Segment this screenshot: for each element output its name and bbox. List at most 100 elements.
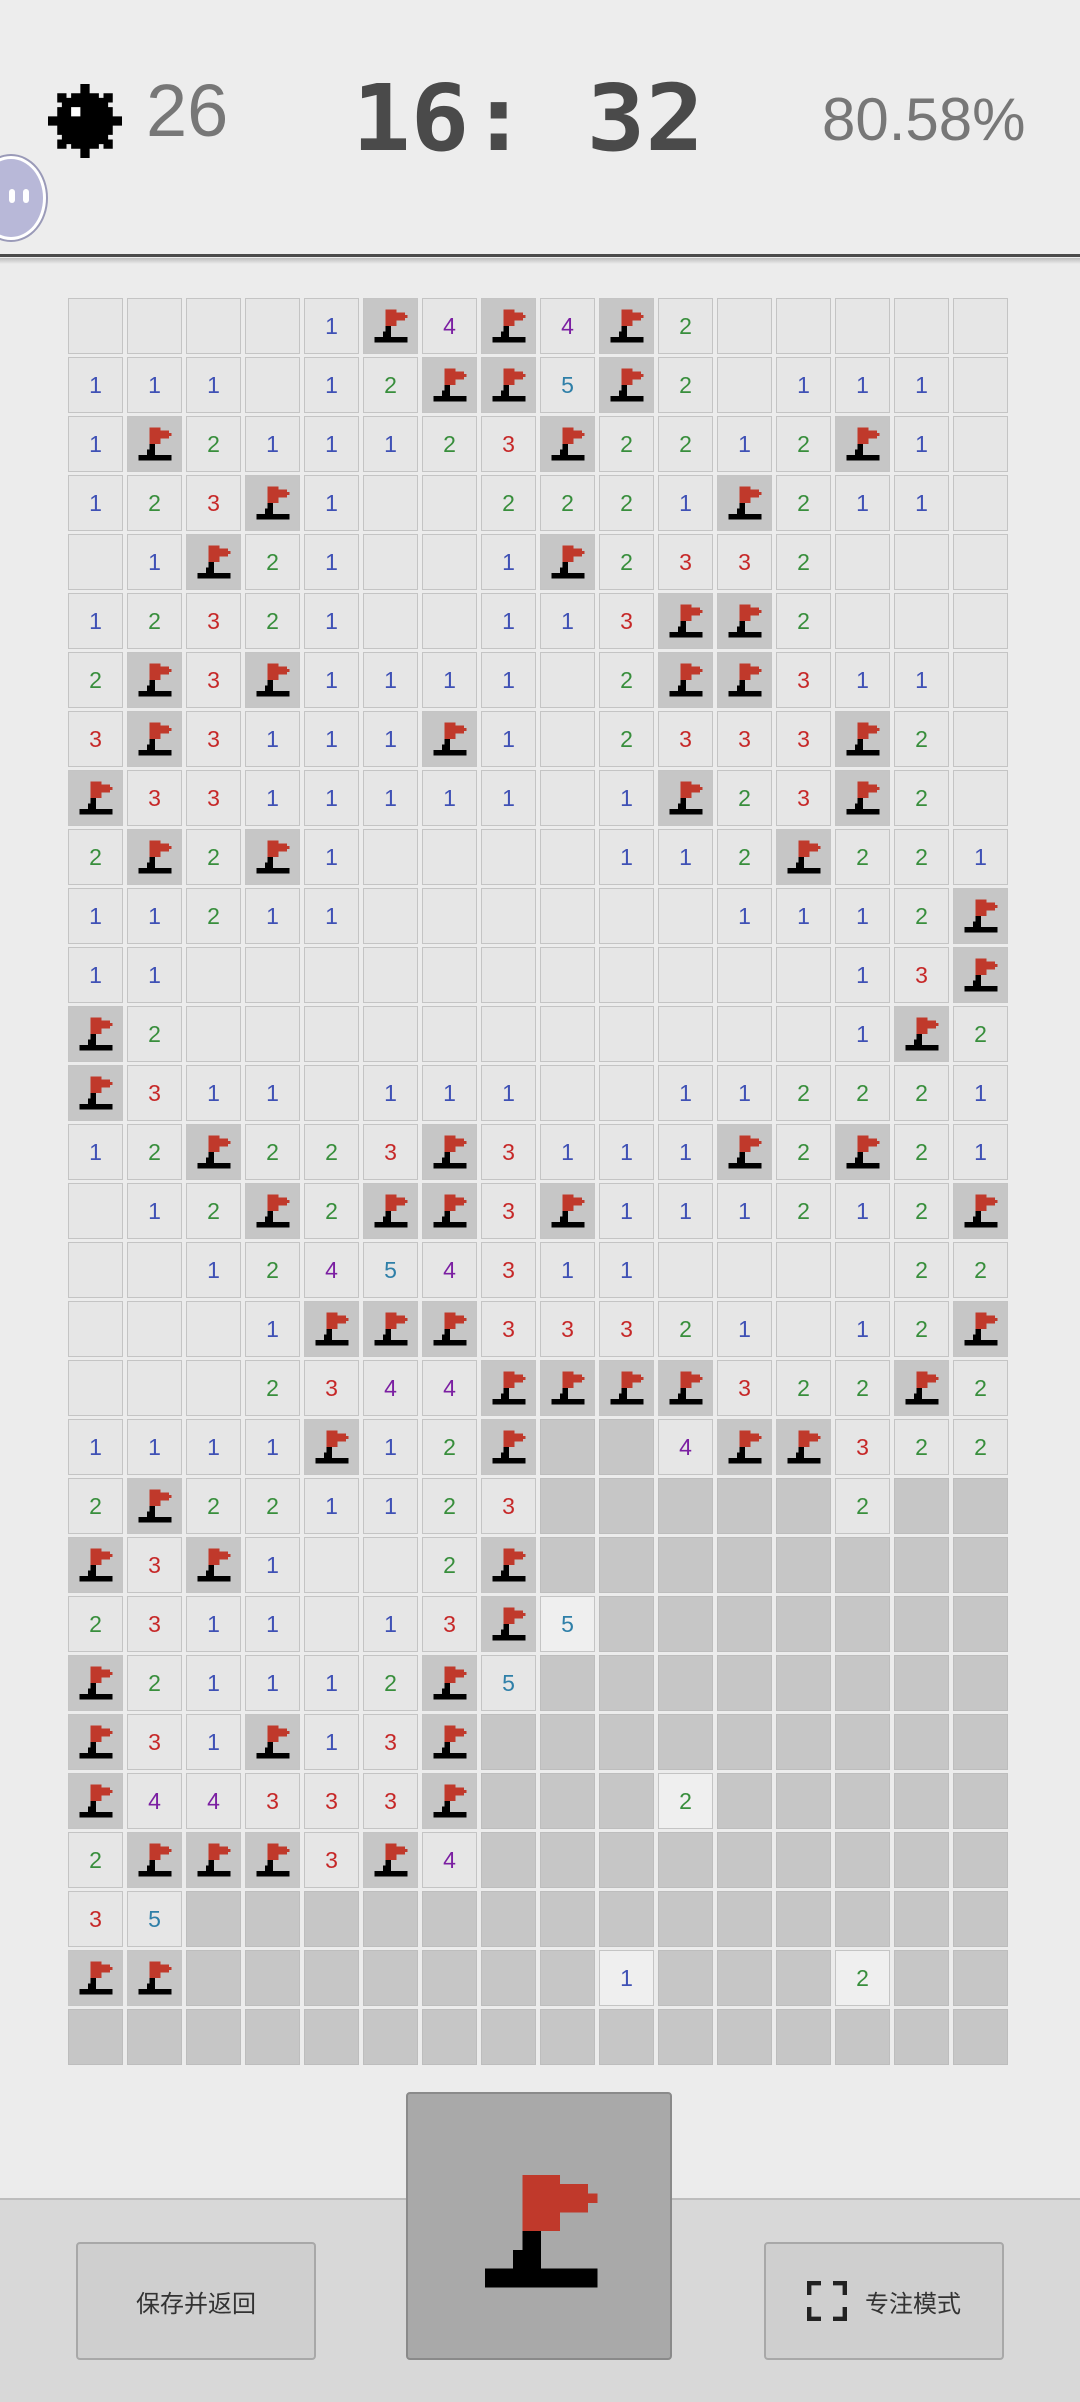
number-cell[interactable]: 1 bbox=[422, 1065, 477, 1121]
number-cell[interactable]: 2 bbox=[599, 475, 654, 531]
empty-cell[interactable] bbox=[953, 770, 1008, 826]
number-cell[interactable]: 3 bbox=[304, 1360, 359, 1416]
unopened-cell[interactable] bbox=[717, 1537, 772, 1593]
number-cell[interactable]: 1 bbox=[835, 475, 890, 531]
flagged-cell[interactable] bbox=[422, 1183, 477, 1239]
unopened-cell[interactable] bbox=[658, 1714, 713, 1770]
number-cell[interactable]: 1 bbox=[894, 416, 949, 472]
number-cell[interactable]: 1 bbox=[245, 711, 300, 767]
flagged-cell[interactable] bbox=[127, 652, 182, 708]
unopened-cell[interactable] bbox=[245, 2009, 300, 2065]
unopened-cell[interactable] bbox=[953, 1478, 1008, 1534]
unopened-cell[interactable] bbox=[540, 1714, 595, 1770]
unopened-cell[interactable] bbox=[894, 1655, 949, 1711]
flagged-cell[interactable] bbox=[953, 888, 1008, 944]
number-cell[interactable]: 3 bbox=[599, 593, 654, 649]
unopened-cell[interactable] bbox=[953, 1596, 1008, 1652]
number-cell[interactable]: 1 bbox=[599, 770, 654, 826]
flagged-cell[interactable] bbox=[68, 1773, 123, 1829]
empty-cell[interactable] bbox=[658, 947, 713, 1003]
unopened-cell[interactable] bbox=[481, 1950, 536, 2006]
flagged-cell[interactable] bbox=[599, 298, 654, 354]
number-cell[interactable]: 1 bbox=[540, 1124, 595, 1180]
flagged-cell[interactable] bbox=[363, 1832, 418, 1888]
unopened-cell[interactable] bbox=[776, 1596, 831, 1652]
unopened-cell[interactable] bbox=[717, 1478, 772, 1534]
flagged-cell[interactable] bbox=[186, 534, 241, 590]
number-cell[interactable]: 1 bbox=[717, 416, 772, 472]
empty-cell[interactable] bbox=[68, 1301, 123, 1357]
unopened-cell[interactable] bbox=[776, 1655, 831, 1711]
unopened-cell[interactable] bbox=[717, 1891, 772, 1947]
empty-cell[interactable] bbox=[658, 1242, 713, 1298]
number-cell[interactable]: 1 bbox=[68, 947, 123, 1003]
unopened-cell[interactable] bbox=[776, 2009, 831, 2065]
unopened-cell[interactable] bbox=[599, 1596, 654, 1652]
number-cell[interactable]: 1 bbox=[599, 829, 654, 885]
empty-cell[interactable] bbox=[422, 1006, 477, 1062]
number-cell[interactable]: 1 bbox=[304, 711, 359, 767]
unopened-cell[interactable] bbox=[953, 1950, 1008, 2006]
number-cell[interactable]: 1 bbox=[68, 888, 123, 944]
flagged-cell[interactable] bbox=[835, 1124, 890, 1180]
flagged-cell[interactable] bbox=[186, 1124, 241, 1180]
number-cell[interactable]: 2 bbox=[776, 1124, 831, 1180]
number-cell[interactable]: 3 bbox=[186, 711, 241, 767]
empty-cell[interactable] bbox=[363, 829, 418, 885]
number-cell[interactable]: 2 bbox=[658, 298, 713, 354]
number-cell[interactable]: 1 bbox=[127, 534, 182, 590]
number-cell[interactable]: 2 bbox=[304, 1124, 359, 1180]
unopened-cell[interactable] bbox=[717, 1655, 772, 1711]
number-cell[interactable]: 2 bbox=[127, 1655, 182, 1711]
number-cell[interactable]: 4 bbox=[186, 1773, 241, 1829]
empty-cell[interactable] bbox=[776, 1242, 831, 1298]
empty-cell[interactable] bbox=[953, 416, 1008, 472]
number-cell[interactable]: 2 bbox=[776, 1183, 831, 1239]
unopened-cell[interactable] bbox=[422, 1950, 477, 2006]
flagged-cell[interactable] bbox=[599, 357, 654, 413]
number-cell[interactable]: 3 bbox=[186, 593, 241, 649]
flagged-cell[interactable] bbox=[422, 1655, 477, 1711]
unopened-cell[interactable] bbox=[186, 1950, 241, 2006]
unopened-cell[interactable] bbox=[776, 1478, 831, 1534]
flagged-cell[interactable] bbox=[776, 1419, 831, 1475]
flagged-cell[interactable] bbox=[68, 1950, 123, 2006]
number-cell[interactable]: 3 bbox=[304, 1773, 359, 1829]
empty-cell[interactable] bbox=[363, 947, 418, 1003]
empty-cell[interactable] bbox=[717, 947, 772, 1003]
number-cell[interactable]: 1 bbox=[894, 475, 949, 531]
empty-cell[interactable] bbox=[776, 947, 831, 1003]
number-cell[interactable]: 1 bbox=[894, 652, 949, 708]
flagged-cell[interactable] bbox=[245, 475, 300, 531]
number-cell[interactable]: 2 bbox=[894, 711, 949, 767]
number-cell[interactable]: 3 bbox=[481, 1124, 536, 1180]
number-cell[interactable]: 3 bbox=[776, 770, 831, 826]
unopened-cell[interactable] bbox=[658, 1950, 713, 2006]
number-cell[interactable]: 1 bbox=[717, 1301, 772, 1357]
empty-cell[interactable] bbox=[481, 947, 536, 1003]
unopened-cell[interactable] bbox=[599, 1655, 654, 1711]
unopened-cell[interactable] bbox=[245, 1891, 300, 1947]
number-cell[interactable]: 1 bbox=[481, 534, 536, 590]
number-cell[interactable]: 1 bbox=[658, 829, 713, 885]
number-cell[interactable]: 2 bbox=[245, 1242, 300, 1298]
flagged-cell[interactable] bbox=[245, 829, 300, 885]
number-cell[interactable]: 2 bbox=[953, 1360, 1008, 1416]
flagged-cell[interactable] bbox=[68, 1537, 123, 1593]
number-cell[interactable]: 1 bbox=[304, 416, 359, 472]
unopened-cell[interactable] bbox=[186, 2009, 241, 2065]
focus-mode-button[interactable]: 专注模式 bbox=[764, 2242, 1004, 2360]
empty-cell[interactable] bbox=[599, 1006, 654, 1062]
unopened-cell[interactable] bbox=[776, 1773, 831, 1829]
number-cell[interactable]: 2 bbox=[835, 1065, 890, 1121]
number-cell[interactable]: 1 bbox=[363, 1065, 418, 1121]
flagged-cell[interactable] bbox=[304, 1419, 359, 1475]
flagged-cell[interactable] bbox=[835, 416, 890, 472]
empty-cell[interactable] bbox=[540, 888, 595, 944]
unopened-cell[interactable] bbox=[953, 1714, 1008, 1770]
empty-cell[interactable] bbox=[68, 534, 123, 590]
unopened-cell[interactable] bbox=[894, 2009, 949, 2065]
number-cell[interactable]: 1 bbox=[599, 1183, 654, 1239]
number-cell[interactable]: 1 bbox=[127, 357, 182, 413]
unopened-cell[interactable] bbox=[776, 1950, 831, 2006]
